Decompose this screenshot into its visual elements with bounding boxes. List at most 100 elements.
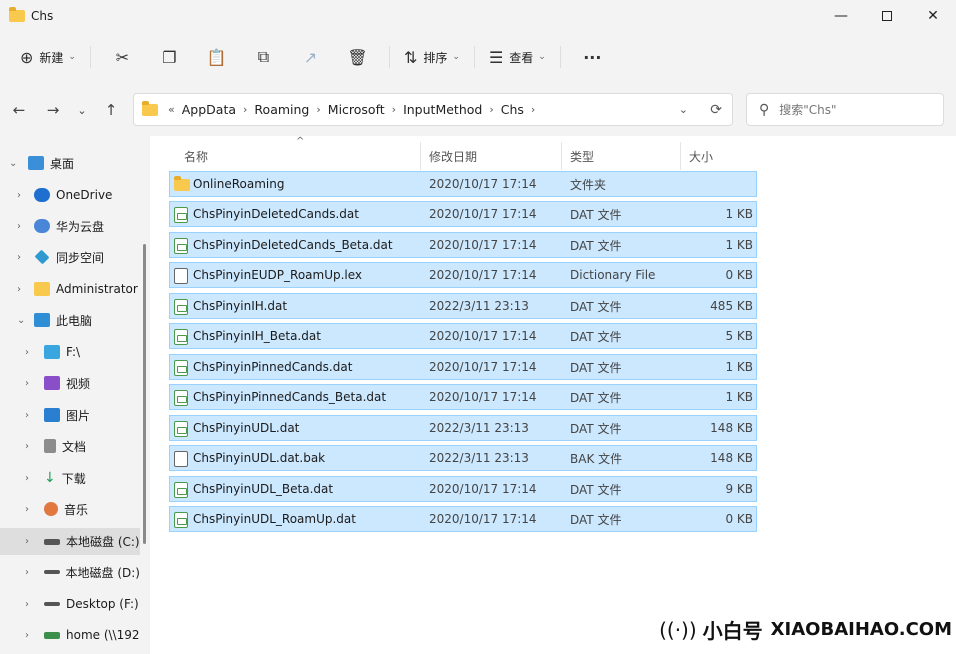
chevron-right-icon[interactable]: ›	[239, 103, 251, 116]
file-row[interactable]: ChsPinyinIH.dat 2022/3/11 23:13 DAT 文件 4…	[169, 293, 757, 319]
column-header-name[interactable]: 名称	[184, 142, 414, 170]
breadcrumb-chs[interactable]: Chs	[498, 102, 527, 117]
sidebar-item-documents[interactable]: › 文档	[0, 434, 140, 458]
trash-icon: 🗑	[347, 47, 368, 67]
breadcrumb-inputmethod[interactable]: InputMethod	[400, 102, 485, 117]
sidebar-item-label: 视频	[66, 376, 91, 391]
sidebar-item-this-pc[interactable]: ⌄ 此电脑	[0, 308, 140, 332]
file-row[interactable]: ChsPinyinEUDP_RoamUp.lex 2020/10/17 17:1…	[169, 262, 757, 288]
file-row[interactable]: ChsPinyinDeletedCands.dat 2020/10/17 17:…	[169, 201, 757, 227]
chevron-down-icon[interactable]: ⌄	[9, 158, 17, 169]
file-type: DAT 文件	[570, 512, 622, 527]
chevron-right-icon[interactable]: ›	[527, 103, 539, 116]
chevron-right-icon[interactable]: ›	[25, 630, 29, 641]
refresh-icon[interactable]: ⟳	[710, 102, 722, 118]
cut-button[interactable]: ✂	[99, 41, 146, 73]
file-row[interactable]: OnlineRoaming 2020/10/17 17:14 文件夹	[169, 171, 757, 197]
back-button[interactable]: ←	[7, 98, 31, 122]
sidebar-item-f-drive[interactable]: › F:\	[0, 340, 140, 364]
plus-circle-icon: ⊕	[20, 47, 34, 67]
file-date: 2020/10/17 17:14	[429, 329, 537, 343]
sidebar-item-local-disk-c[interactable]: › 本地磁盘 (C:)	[0, 528, 140, 555]
sort-button[interactable]: ⇅ 排序 ⌄	[398, 41, 466, 73]
chevron-right-icon[interactable]: ›	[25, 504, 29, 515]
new-button[interactable]: ⊕ 新建 ⌄	[14, 41, 82, 73]
breadcrumb-microsoft[interactable]: Microsoft	[325, 102, 388, 117]
overflow-chevron-icon[interactable]: «	[164, 103, 179, 116]
maximize-button[interactable]	[864, 0, 910, 32]
column-header-date[interactable]: 修改日期	[420, 142, 560, 170]
sidebar-item-pictures[interactable]: › 图片	[0, 403, 140, 427]
file-row[interactable]: ChsPinyinUDL.dat 2022/3/11 23:13 DAT 文件 …	[169, 415, 757, 441]
file-row[interactable]: ChsPinyinUDL_Beta.dat 2020/10/17 17:14 D…	[169, 476, 757, 502]
copy-icon: ❐	[162, 47, 177, 67]
sidebar-item-downloads[interactable]: › ↓ 下载	[0, 466, 140, 490]
column-header-size[interactable]: 大小	[680, 142, 762, 170]
file-row[interactable]: ChsPinyinIH_Beta.dat 2020/10/17 17:14 DA…	[169, 323, 757, 349]
minimize-button[interactable]: —	[818, 0, 864, 32]
sidebar-item-onedrive[interactable]: › OneDrive	[0, 183, 140, 207]
sidebar-scrollbar[interactable]	[143, 244, 146, 544]
chevron-down-icon: ⌄	[68, 52, 76, 62]
search-icon: ⚲	[759, 101, 770, 118]
chevron-right-icon[interactable]: ›	[25, 378, 29, 389]
forward-button[interactable]: →	[41, 98, 65, 122]
sidebar-item-desktop[interactable]: ⌄ 桌面	[0, 151, 140, 175]
search-box[interactable]: ⚲	[746, 93, 944, 126]
chevron-right-icon[interactable]: ›	[17, 284, 21, 295]
dat-file-icon	[174, 482, 188, 498]
chevron-right-icon[interactable]: ›	[17, 190, 21, 201]
chevron-down-icon: ⌄	[452, 52, 460, 62]
close-button[interactable]: ✕	[910, 0, 956, 32]
file-type: DAT 文件	[570, 482, 622, 497]
sidebar-item-desktop-f[interactable]: › Desktop (F:)	[0, 592, 140, 616]
view-button[interactable]: ☰ 查看 ⌄	[483, 41, 552, 73]
chevron-right-icon[interactable]: ›	[312, 103, 324, 116]
breadcrumb-appdata[interactable]: AppData	[179, 102, 239, 117]
file-row[interactable]: ChsPinyinPinnedCands.dat 2020/10/17 17:1…	[169, 354, 757, 380]
file-row[interactable]: ChsPinyinUDL_RoamUp.dat 2020/10/17 17:14…	[169, 506, 757, 532]
copy-button[interactable]: ❐	[146, 41, 193, 73]
address-dropdown-icon[interactable]: ⌄	[679, 103, 688, 116]
chevron-right-icon[interactable]: ›	[17, 221, 21, 232]
chevron-right-icon[interactable]: ›	[25, 410, 29, 421]
file-row[interactable]: ChsPinyinDeletedCands_Beta.dat 2020/10/1…	[169, 232, 757, 258]
rename-button[interactable]: ⧉	[240, 41, 287, 73]
chevron-right-icon[interactable]: ›	[25, 473, 29, 484]
paste-button[interactable]: 📋	[193, 41, 240, 73]
file-row[interactable]: ChsPinyinPinnedCands_Beta.dat 2020/10/17…	[169, 384, 757, 410]
file-size: 1 KB	[725, 207, 753, 221]
breadcrumb-roaming[interactable]: Roaming	[251, 102, 312, 117]
chevron-right-icon[interactable]: ›	[25, 441, 29, 452]
recent-locations-button[interactable]: ⌄	[70, 98, 94, 122]
sidebar-item-administrator[interactable]: › Administrator	[0, 277, 140, 301]
sidebar-item-home-network[interactable]: › home (\\192	[0, 623, 140, 647]
sidebar-item-huawei-cloud[interactable]: › 华为云盘	[0, 214, 140, 238]
chevron-right-icon[interactable]: ›	[17, 252, 21, 263]
column-header-type[interactable]: 类型	[561, 142, 679, 170]
sidebar-item-music[interactable]: › 音乐	[0, 497, 140, 521]
chevron-right-icon[interactable]: ›	[25, 347, 29, 358]
sidebar-item-videos[interactable]: › 视频	[0, 371, 140, 395]
maximize-icon	[882, 11, 892, 21]
sidebar-item-local-disk-d[interactable]: › 本地磁盘 (D:)	[0, 560, 140, 584]
sidebar-item-label: 同步空间	[56, 250, 105, 265]
chevron-down-icon[interactable]: ⌄	[17, 315, 25, 326]
dat-file-icon	[174, 512, 188, 528]
chevron-right-icon[interactable]: ›	[25, 536, 29, 547]
file-row[interactable]: ChsPinyinUDL.dat.bak 2022/3/11 23:13 BAK…	[169, 445, 757, 471]
file-date: 2020/10/17 17:14	[429, 512, 537, 526]
search-input[interactable]	[779, 102, 930, 117]
delete-button[interactable]: 🗑	[334, 41, 381, 73]
more-button[interactable]: ···	[569, 41, 616, 73]
share-icon: ↗	[303, 47, 318, 67]
chevron-right-icon[interactable]: ›	[25, 567, 29, 578]
chevron-right-icon[interactable]: ›	[25, 599, 29, 610]
address-bar[interactable]: « AppData › Roaming › Microsoft › InputM…	[133, 93, 733, 126]
share-button[interactable]: ↗	[287, 41, 334, 73]
download-icon: ↓	[44, 470, 56, 486]
up-button[interactable]: ↑	[99, 98, 123, 122]
chevron-right-icon[interactable]: ›	[388, 103, 400, 116]
sidebar-item-sync-space[interactable]: › 同步空间	[0, 245, 140, 269]
chevron-right-icon[interactable]: ›	[485, 103, 497, 116]
